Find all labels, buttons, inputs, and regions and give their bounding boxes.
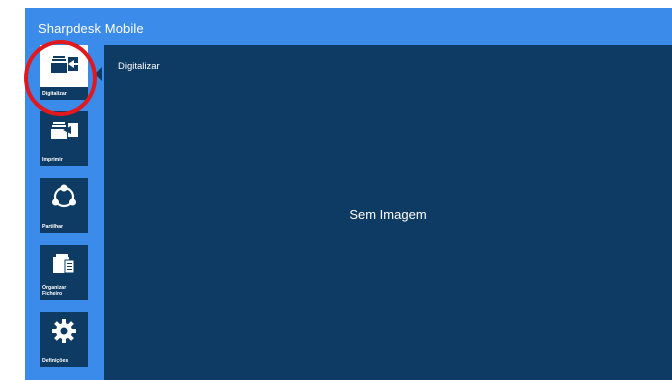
organize-file-icon xyxy=(40,251,88,277)
app-title: Sharpdesk Mobile xyxy=(38,21,144,36)
print-icon xyxy=(40,117,88,143)
share-icon xyxy=(40,184,88,210)
sidebar-item-share[interactable]: Partilhar xyxy=(40,178,88,233)
gear-icon xyxy=(40,318,88,344)
app-window: Sharpdesk Mobile Digitalizar Imprimir Pa… xyxy=(25,8,672,380)
page-title: Digitalizar xyxy=(118,61,160,72)
sidebar-item-settings[interactable]: Definições xyxy=(40,312,88,367)
sidebar-item-label: Imprimir xyxy=(42,157,63,163)
sidebar-item-label: Definições xyxy=(42,358,69,364)
sidebar-item-label: Organizar Ficheiro xyxy=(42,285,67,297)
sidebar-item-print[interactable]: Imprimir xyxy=(40,111,88,166)
sidebar-item-label: Digitalizar xyxy=(40,87,88,100)
main-panel: Digitalizar Sem Imagem xyxy=(104,45,672,380)
sidebar-item-label: Partilhar xyxy=(42,224,64,230)
empty-state-text: Sem Imagem xyxy=(349,207,427,222)
sidebar-item-scan[interactable]: Digitalizar xyxy=(40,45,88,100)
scan-icon xyxy=(40,51,88,77)
selection-pointer xyxy=(95,67,102,81)
sidebar-item-organize-file[interactable]: Organizar Ficheiro xyxy=(40,245,88,300)
